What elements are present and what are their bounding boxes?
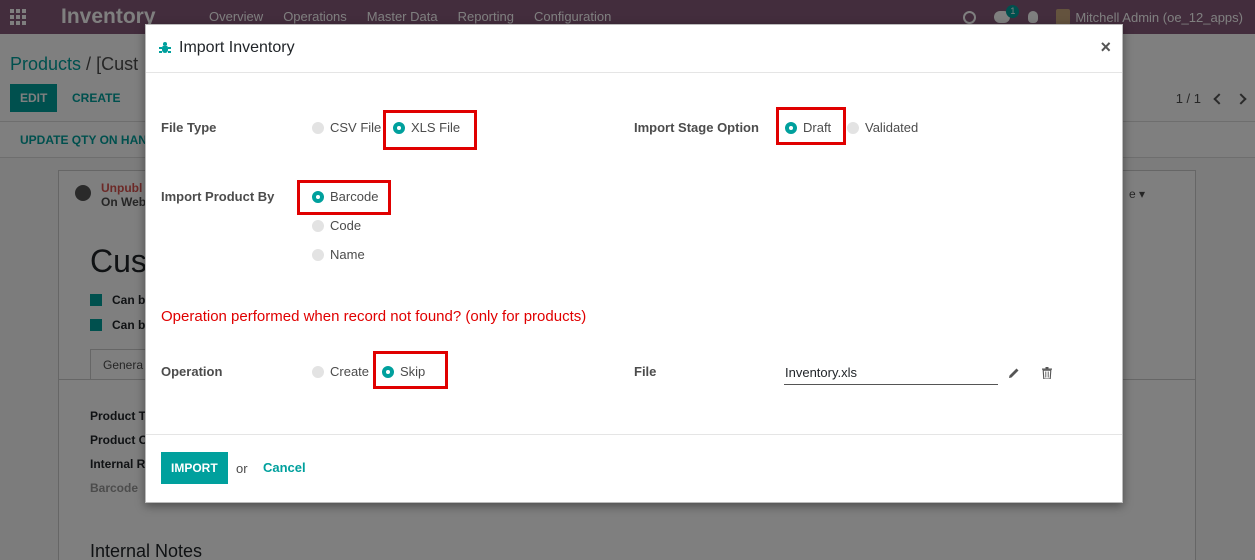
file-type-label: File Type [161, 120, 217, 135]
radio-name[interactable]: Name [312, 247, 365, 262]
radio-button[interactable] [312, 365, 324, 378]
file-label: File [634, 364, 657, 379]
bug-icon [159, 42, 171, 56]
not-found-warning: Operation performed when record not foun… [161, 308, 587, 325]
radio-button[interactable] [312, 248, 324, 261]
cancel-button[interactable]: Cancel [263, 460, 306, 475]
modal-footer: IMPORT or Cancel [146, 434, 1122, 502]
radio-button[interactable] [847, 121, 859, 134]
import-button[interactable]: IMPORT [161, 452, 228, 484]
file-name-field[interactable]: Inventory.xls [784, 363, 998, 385]
close-icon[interactable]: × [1100, 37, 1111, 58]
radio-button[interactable] [312, 121, 324, 134]
highlight-box [383, 110, 477, 150]
highlight-box [776, 107, 846, 145]
radio-label: Code [330, 218, 362, 233]
pencil-icon[interactable] [1008, 367, 1020, 379]
radio-label: CSV File [330, 120, 382, 135]
import-inventory-dialog: Import Inventory × File Type CSV File XL… [145, 24, 1123, 503]
import-product-by-label: Import Product By [161, 189, 275, 204]
radio-validated[interactable]: Validated [847, 120, 918, 135]
radio-label: Name [330, 247, 365, 262]
radio-csv-file[interactable]: CSV File [312, 120, 381, 135]
highlight-box [297, 180, 391, 215]
radio-label: Create [330, 364, 370, 379]
highlight-box [373, 351, 448, 389]
modal-header: Import Inventory × [146, 25, 1122, 73]
radio-label: Validated [865, 120, 919, 135]
or-text: or [236, 461, 248, 476]
modal-title: Import Inventory [179, 39, 295, 56]
trash-icon[interactable] [1042, 367, 1052, 379]
radio-create[interactable]: Create [312, 364, 369, 379]
import-stage-label: Import Stage Option [634, 120, 759, 135]
radio-button[interactable] [312, 219, 324, 232]
operation-label: Operation [161, 364, 223, 379]
radio-code[interactable]: Code [312, 218, 361, 233]
